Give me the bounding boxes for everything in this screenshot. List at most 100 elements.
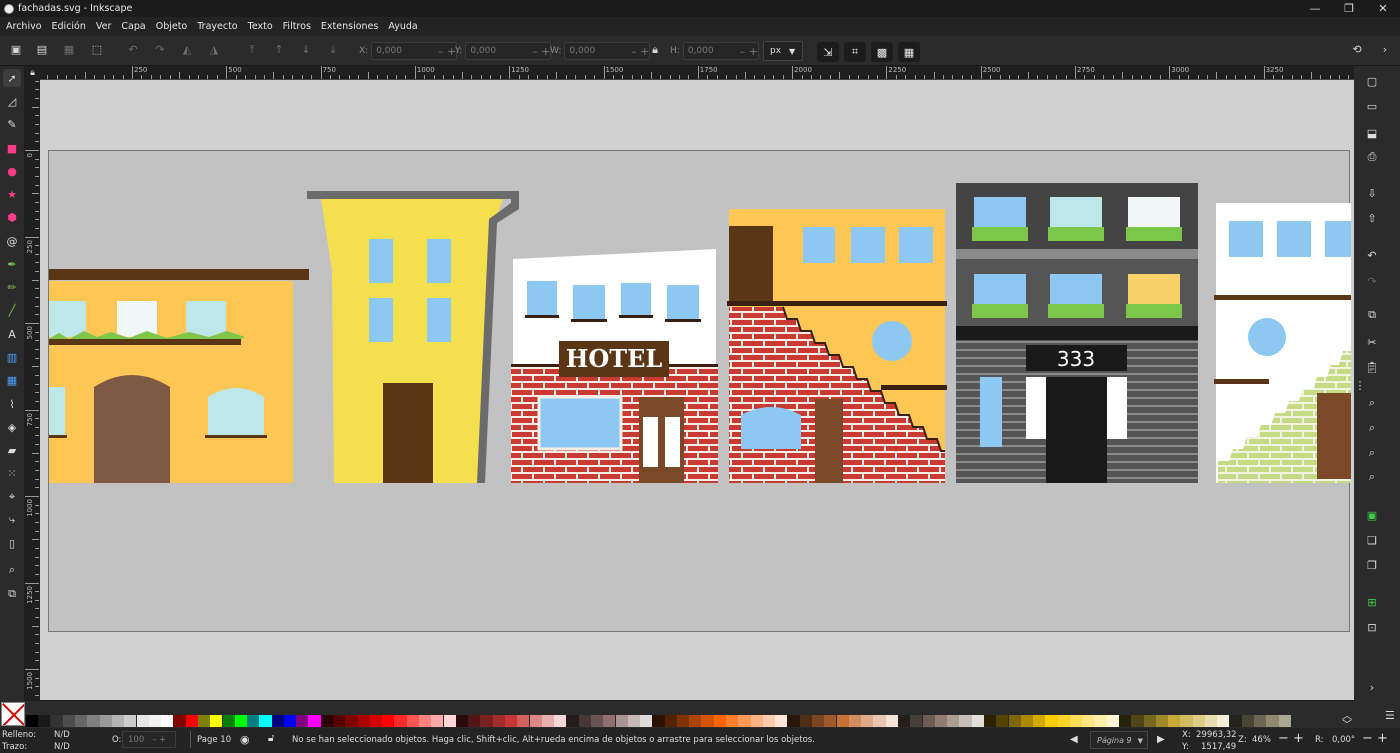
palette-swatch[interactable]	[210, 715, 223, 727]
palette-swatch[interactable]	[1045, 715, 1058, 727]
palette-swatch[interactable]	[971, 715, 984, 727]
gradient-tool-icon[interactable]: ▥	[3, 348, 21, 366]
document-page[interactable]: HOTEL 333	[48, 150, 1351, 632]
palette-swatch[interactable]	[983, 715, 997, 727]
palette-menu-icon[interactable]: ☰	[1385, 709, 1395, 722]
palette-swatch[interactable]	[136, 715, 149, 727]
ellipse-tool-icon[interactable]: ●	[3, 162, 21, 180]
move-gradients-icon[interactable]: ▩	[871, 42, 893, 62]
palette-swatch[interactable]	[308, 715, 321, 727]
palette-swatch[interactable]	[676, 715, 690, 727]
3d-box-tool-icon[interactable]: ⬢	[3, 208, 21, 226]
palette-swatch[interactable]	[247, 715, 260, 727]
move-patterns-icon[interactable]: ▦	[898, 42, 920, 62]
palette-swatch[interactable]	[271, 715, 284, 727]
palette-swatch[interactable]	[75, 715, 88, 727]
palette-swatch[interactable]	[1069, 715, 1083, 727]
palette-swatch[interactable]	[50, 715, 63, 727]
palette-swatch[interactable]	[357, 715, 370, 727]
pencil-tool-icon[interactable]: ✏	[3, 278, 21, 296]
palette-swatch[interactable]	[541, 715, 554, 727]
palette-swatch[interactable]	[554, 715, 567, 727]
layer-lock-icon[interactable]: 🔓︎	[268, 733, 274, 744]
palette-swatch[interactable]	[664, 715, 677, 727]
palette-swatch[interactable]	[26, 715, 39, 727]
lpe-tool-icon[interactable]: ⌖	[3, 488, 21, 506]
raise-icon[interactable]: ↑	[272, 43, 286, 57]
palette-swatch[interactable]	[590, 715, 604, 727]
scale-stroke-icon[interactable]: ⇲	[817, 42, 839, 62]
menu-texto[interactable]: Texto	[248, 21, 273, 32]
palette-swatch[interactable]	[566, 715, 579, 727]
palette-swatch[interactable]	[1205, 715, 1218, 727]
menu-ver[interactable]: Ver	[96, 21, 112, 32]
page-selector[interactable]: Página 9 ▼	[1090, 731, 1148, 749]
pen-tool-icon[interactable]: ✒	[3, 255, 21, 273]
y-input[interactable]: 0,000 – +	[465, 42, 552, 60]
horizontal-ruler[interactable]: 250 500 750 1000 1250 1500 1750 2000 2250 2500 275…	[40, 66, 1354, 80]
zoom-page-icon[interactable]: ⌕	[1363, 444, 1381, 462]
palette-swatch[interactable]	[1278, 715, 1291, 727]
palette-swatch[interactable]	[787, 715, 800, 727]
palette-swatch[interactable]	[1008, 715, 1021, 727]
zoom-width-icon[interactable]: ⌕	[1363, 468, 1381, 486]
spiral-tool-icon[interactable]: @	[3, 232, 21, 250]
palette-swatch[interactable]	[369, 715, 383, 727]
copy-icon[interactable]: ⧉	[1363, 306, 1381, 324]
palette-swatch[interactable]	[38, 715, 51, 727]
palette-swatch[interactable]	[910, 715, 923, 727]
palette-swatch[interactable]	[947, 715, 960, 727]
palette-swatch[interactable]	[738, 715, 751, 727]
palette-swatch[interactable]	[1155, 715, 1169, 727]
palette-swatch[interactable]	[652, 715, 665, 727]
prev-page-icon[interactable]: ◀	[1070, 734, 1078, 745]
palette-swatch[interactable]	[615, 715, 628, 727]
palette-swatch[interactable]	[406, 715, 419, 727]
zoom-out-button[interactable]: −	[1278, 731, 1289, 746]
overflow-dots-icon[interactable]: ⋮	[1354, 376, 1366, 394]
menu-ayuda[interactable]: Ayuda	[388, 21, 417, 32]
palette-swatch[interactable]	[529, 715, 542, 727]
w-stepper[interactable]: – +	[631, 45, 649, 58]
layer-visibility-icon[interactable]: ◉	[240, 733, 250, 746]
palette-swatch[interactable]	[713, 715, 726, 727]
lower-to-bottom-icon[interactable]: ⤓	[326, 43, 340, 57]
rotate-ccw-icon[interactable]: ↶	[126, 43, 140, 57]
opacity-stepper[interactable]: – +	[152, 735, 166, 745]
redo-icon[interactable]: ↷	[1363, 272, 1381, 290]
import-icon[interactable]: ⇩	[1363, 184, 1381, 202]
palette-swatch[interactable]	[87, 715, 100, 727]
palette-swatch[interactable]	[799, 715, 812, 727]
palette-swatch[interactable]	[504, 715, 518, 727]
snap-icon[interactable]: ⟲	[1350, 43, 1364, 57]
raise-to-top-icon[interactable]: ⤒	[245, 43, 259, 57]
menu-capa[interactable]: Capa	[121, 21, 145, 32]
menu-trayecto[interactable]: Trayecto	[197, 21, 237, 32]
paste-icon[interactable]: 📋︎	[1363, 358, 1381, 376]
drawing-canvas[interactable]: HOTEL 333	[40, 80, 1354, 700]
eraser-tool-icon[interactable]: ▰	[3, 441, 21, 459]
dropper-tool-icon[interactable]: ⌇	[3, 395, 21, 413]
star-tool-icon[interactable]: ★	[3, 185, 21, 203]
palette-swatch[interactable]	[701, 715, 714, 727]
export-icon[interactable]: ⇧	[1363, 209, 1381, 227]
paint-bucket-tool-icon[interactable]: ◈	[3, 418, 21, 436]
palette-swatch[interactable]	[283, 715, 297, 727]
palette-swatch[interactable]	[726, 715, 739, 727]
palette-swatch[interactable]	[492, 715, 505, 727]
more-commands-icon[interactable]: ›	[1363, 678, 1381, 696]
unlink-clone-icon[interactable]: ❐	[1363, 556, 1381, 574]
palette-swatch[interactable]	[173, 715, 186, 727]
palette-swatch[interactable]	[1082, 715, 1095, 727]
palette-swatch[interactable]	[812, 715, 825, 727]
h-stepper[interactable]: – +	[740, 45, 758, 58]
palette-swatch[interactable]	[824, 715, 837, 727]
palette-swatch[interactable]	[1119, 715, 1132, 727]
palette-swatch[interactable]	[578, 715, 591, 727]
menu-extensiones[interactable]: Extensiones	[321, 21, 378, 32]
palette-swatch[interactable]	[419, 715, 432, 727]
current-layer[interactable]: Page 10	[197, 735, 231, 745]
pages-tool-icon[interactable]: ▯	[3, 534, 21, 552]
palette-swatch[interactable]	[382, 715, 395, 727]
select-all-icon[interactable]: ▣	[9, 43, 23, 57]
